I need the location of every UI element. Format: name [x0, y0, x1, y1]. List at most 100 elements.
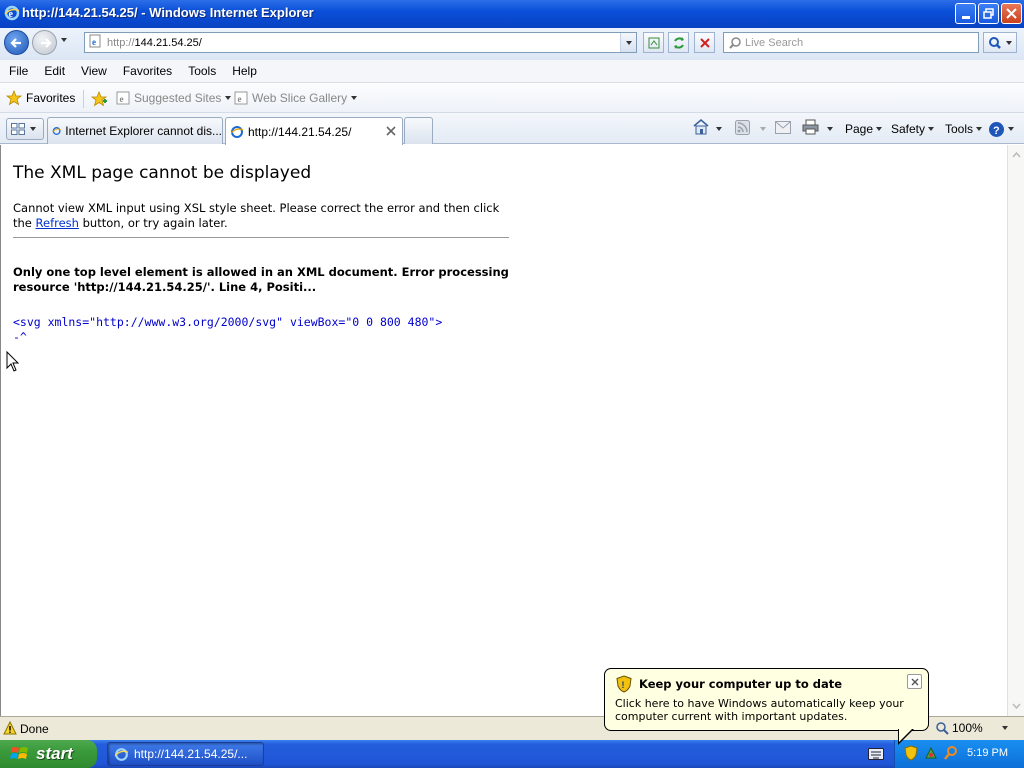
windows-logo-icon	[10, 747, 28, 759]
home-dropdown-chevron-icon[interactable]	[716, 127, 722, 131]
page-menu-label: Page	[845, 122, 874, 136]
zoom-level: 100%	[952, 721, 983, 735]
recent-pages-dropdown-icon[interactable]	[61, 38, 67, 42]
error-source: <svg xmlns="http://www.w3.org/2000/svg" …	[13, 315, 442, 345]
zoom-control[interactable]: 100%	[936, 721, 1008, 735]
status-text: Done	[20, 722, 49, 736]
ie-window: e http://144.21.54.25/ - Windows Interne…	[0, 0, 1024, 768]
search-icon	[989, 36, 1001, 49]
safety-menu-label: Safety	[891, 122, 926, 136]
page-icon: e	[88, 34, 102, 51]
read-mail-button[interactable]	[775, 121, 791, 137]
feeds-dropdown-chevron-icon[interactable]	[760, 127, 766, 131]
title-bar[interactable]: e http://144.21.54.25/ - Windows Interne…	[0, 0, 1024, 28]
favorites-button[interactable]: Favorites	[6, 90, 75, 106]
web-slice-gallery-link[interactable]: e Web Slice Gallery	[234, 91, 358, 105]
back-button[interactable]	[4, 30, 29, 55]
error-detail: Only one top level element is allowed in…	[13, 265, 509, 294]
menu-view[interactable]: View	[74, 64, 114, 78]
svg-text:!: !	[622, 680, 625, 690]
star-icon	[6, 90, 22, 106]
mail-icon	[775, 121, 791, 134]
page-menu-button[interactable]: Page	[845, 119, 883, 139]
compatibility-view-button[interactable]	[643, 32, 664, 53]
keyboard-layout-tray-icon[interactable]	[868, 748, 884, 763]
zoom-icon	[936, 721, 949, 735]
scroll-down-arrow-icon	[1011, 703, 1021, 709]
forward-arrow-icon	[40, 37, 52, 48]
menu-favorites[interactable]: Favorites	[116, 64, 179, 78]
search-tray-icon[interactable]	[943, 745, 959, 764]
taskbar-item-ie[interactable]: http://144.21.54.25/...	[107, 742, 264, 766]
tab-row: Internet Explorer cannot dis... http://1…	[0, 113, 1024, 145]
scroll-down-button[interactable]	[1008, 698, 1024, 714]
close-icon	[911, 678, 918, 685]
quick-tabs-button[interactable]	[6, 118, 44, 140]
home-icon	[693, 119, 709, 135]
mouse-cursor-icon	[6, 350, 20, 376]
help-menu-button[interactable]: ?	[988, 119, 1014, 139]
security-shield-tray-icon[interactable]	[903, 744, 919, 764]
svg-text:e: e	[92, 37, 96, 47]
menu-edit[interactable]: Edit	[37, 64, 72, 78]
close-tab-icon	[386, 126, 396, 136]
tab-active-page[interactable]: http://144.21.54.25/	[225, 117, 403, 145]
scroll-up-button[interactable]	[1008, 147, 1024, 163]
address-field[interactable]: e http://144.21.54.25/	[84, 32, 637, 53]
minimize-icon	[961, 16, 970, 19]
search-field[interactable]: Live Search	[723, 32, 979, 53]
new-tab-button[interactable]	[404, 117, 433, 144]
compatibility-icon	[648, 37, 659, 48]
printer-icon	[802, 119, 819, 135]
menu-file[interactable]: File	[2, 64, 35, 78]
restore-icon	[983, 8, 994, 19]
navigation-bar: e http://144.21.54.25/ Live Search	[0, 28, 1024, 60]
network-tray-icon[interactable]	[923, 745, 939, 764]
zoom-dropdown-chevron-icon[interactable]	[1001, 726, 1008, 730]
close-icon	[1006, 8, 1017, 19]
vertical-scrollbar[interactable]	[1007, 145, 1024, 716]
svg-text:e: e	[120, 94, 124, 104]
stop-button[interactable]	[694, 32, 715, 53]
tab-list-chevron-icon[interactable]	[30, 127, 36, 131]
web-slice-gallery-label: Web Slice Gallery	[252, 91, 348, 105]
tab-label: Internet Explorer cannot dis...	[65, 124, 222, 138]
tab-label: http://144.21.54.25/	[248, 124, 352, 139]
refresh-link[interactable]: Refresh	[36, 216, 79, 230]
close-tab-button[interactable]	[386, 125, 396, 139]
safety-menu-button[interactable]: Safety	[891, 119, 935, 139]
add-to-favorites-bar-button[interactable]	[90, 90, 108, 110]
balloon-close-button[interactable]	[907, 674, 922, 689]
ie-page-icon: e	[116, 91, 130, 105]
clock[interactable]: 5:19 PM	[967, 747, 1008, 759]
window-title: http://144.21.54.25/ - Windows Internet …	[22, 5, 314, 20]
search-options-chevron-icon[interactable]	[1006, 40, 1012, 45]
ie-logo-icon: e	[4, 5, 20, 24]
restore-button[interactable]	[978, 3, 999, 24]
address-dropdown-button[interactable]	[620, 33, 636, 52]
favorites-label: Favorites	[26, 91, 76, 105]
search-go-button[interactable]	[983, 32, 1017, 53]
refresh-button[interactable]	[668, 32, 689, 53]
minimize-button[interactable]	[955, 3, 976, 24]
home-button[interactable]	[692, 118, 710, 138]
feeds-button[interactable]	[735, 120, 750, 138]
source-line: <svg xmlns="http://www.w3.org/2000/svg" …	[13, 315, 443, 329]
balloon-body: Click here to have Windows automatically…	[615, 697, 904, 723]
close-window-button[interactable]	[1001, 3, 1022, 24]
menu-tools[interactable]: Tools	[181, 64, 223, 78]
print-button[interactable]	[802, 119, 819, 138]
forward-button[interactable]	[32, 30, 57, 55]
tools-menu-button[interactable]: Tools	[945, 119, 983, 139]
tab-ie-cannot-display[interactable]: Internet Explorer cannot dis...	[47, 117, 223, 144]
print-dropdown-chevron-icon[interactable]	[827, 127, 833, 131]
help-icon: ?	[989, 121, 1004, 137]
error-description-text-end: button, or try again later.	[78, 216, 228, 230]
menu-help[interactable]: Help	[225, 64, 264, 78]
chevron-down-icon	[876, 127, 883, 131]
start-button[interactable]: start	[0, 740, 97, 768]
favorites-bar: Favorites e Suggested Sites e Web Slice …	[0, 84, 1024, 113]
suggested-sites-link[interactable]: e Suggested Sites	[116, 91, 232, 105]
tools-menu-label: Tools	[945, 122, 974, 136]
update-notification-balloon[interactable]: ! Keep your computer up to date Click he…	[604, 668, 929, 731]
